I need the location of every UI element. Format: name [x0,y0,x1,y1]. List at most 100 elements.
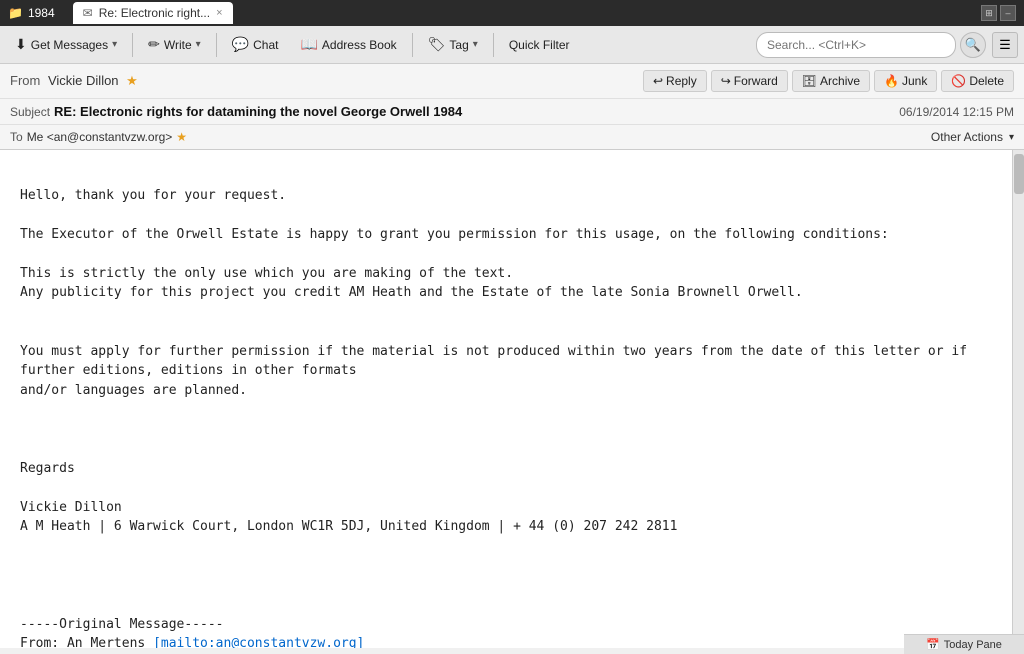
other-actions-arrow-icon: ▾ [1009,132,1014,143]
quick-filter-button[interactable]: Quick Filter [500,33,579,57]
body-line [20,303,992,323]
write-button[interactable]: ✏ Write ▾ [139,31,210,58]
body-line [20,576,992,596]
body-line [20,322,992,342]
body-line [20,400,992,420]
subject-label: Subject [10,105,50,119]
body-line: You must apply for further permission if… [20,342,992,381]
scrollbar-thumb[interactable] [1014,154,1024,194]
body-line: A M Heath | 6 Warwick Court, London WC1R… [20,517,992,537]
body-line [20,205,992,225]
scrollbar[interactable] [1012,150,1024,648]
to-address: Me <an@constantvzw.org> [27,130,173,144]
to-label: To [10,130,23,144]
message-body: Hello, thank you for your request. The E… [0,150,1012,648]
tab-close-icon[interactable]: × [216,7,222,19]
tag-icon: 🏷 [428,36,446,53]
body-line [20,166,992,186]
date-text: 06/19/2014 12:15 PM [899,105,1014,119]
address-book-icon: 📖 [300,36,317,53]
get-messages-button[interactable]: ⬇ Get Messages ▾ [6,31,126,58]
junk-label: Junk [902,74,927,88]
body-line [20,420,992,440]
body-line [20,478,992,498]
junk-button[interactable]: 🔥 Junk [874,70,937,92]
get-messages-icon: ⬇ [15,36,27,53]
junk-icon: 🔥 [884,74,899,88]
chat-icon: 💬 [232,36,249,53]
hamburger-icon: ☰ [999,37,1011,53]
tab[interactable]: ✉ Re: Electronic right... × [73,2,233,24]
to-row: To Me <an@constantvzw.org> ★ Other Actio… [0,125,1024,149]
archive-label: Archive [820,74,860,88]
search-input[interactable] [756,32,956,58]
separator-3 [412,33,413,57]
from-star-icon[interactable]: ★ [126,73,138,88]
write-icon: ✏ [148,36,160,53]
body-line: -----Original Message----- [20,615,992,635]
win-close-btn[interactable]: – [1000,5,1016,21]
reply-button[interactable]: ↩ Reply [643,70,707,92]
reply-label: Reply [666,74,697,88]
subject-text: RE: Electronic rights for datamining the… [54,104,899,119]
delete-button[interactable]: 🚫 Delete [941,70,1014,92]
win-restore-btn[interactable]: ⊞ [981,5,997,21]
delete-label: Delete [969,74,1004,88]
search-area: 🔍 ☰ [756,32,1018,58]
archive-button[interactable]: 🗄 Archive [792,70,870,92]
forward-button[interactable]: ↪ Forward [711,70,788,92]
folder-label: 1984 [28,6,55,20]
toolbar: ⬇ Get Messages ▾ ✏ Write ▾ 💬 Chat 📖 Addr… [0,26,1024,64]
chat-button[interactable]: 💬 Chat [223,31,288,58]
menu-button[interactable]: ☰ [992,32,1018,58]
other-actions-label: Other Actions [931,130,1003,144]
to-star-icon[interactable]: ★ [176,130,187,144]
message-body-container: Hello, thank you for your request. The E… [0,150,1024,648]
today-pane-label: Today Pane [944,639,1002,651]
from-label: From [10,73,40,88]
email-link-1[interactable]: [mailto:an@constantvzw.org] [153,636,364,648]
body-line: This is strictly the only use which you … [20,264,992,284]
from-row: From Vickie Dillon ★ ↩ Reply ↪ Forward 🗄… [0,64,1024,99]
delete-icon: 🚫 [951,74,966,88]
reply-icon: ↩ [653,74,663,88]
write-label: Write [164,38,192,52]
statusbar: 📅 Today Pane [904,634,1024,654]
tag-button[interactable]: 🏷 Tag ▾ [419,31,487,58]
address-book-label: Address Book [322,38,397,52]
tag-label: Tag [449,38,468,52]
separator-2 [216,33,217,57]
search-button[interactable]: 🔍 [960,32,986,58]
address-book-button[interactable]: 📖 Address Book [291,31,405,58]
body-line: and/or languages are planned. [20,381,992,401]
body-line: Hello, thank you for your request. [20,186,992,206]
from-area: From Vickie Dillon ★ [10,73,643,89]
body-line [20,595,992,615]
write-arrow-icon: ▾ [196,39,201,50]
other-actions-button[interactable]: Other Actions ▾ [931,130,1014,144]
body-line: Regards [20,459,992,479]
body-line [20,537,992,557]
titlebar: 📁 1984 ✉ Re: Electronic right... × ⊞ – [0,0,1024,26]
archive-icon: 🗄 [802,74,817,88]
quick-filter-label: Quick Filter [509,38,570,52]
separator-4 [493,33,494,57]
body-line [20,556,992,576]
subject-row: Subject RE: Electronic rights for datami… [0,99,1024,125]
get-messages-arrow-icon: ▾ [112,39,117,50]
window-controls: ⊞ – [981,5,1016,21]
forward-label: Forward [734,74,778,88]
body-line [20,439,992,459]
action-buttons: ↩ Reply ↪ Forward 🗄 Archive 🔥 Junk 🚫 Del… [643,70,1014,92]
body-line: Any publicity for this project you credi… [20,283,992,303]
body-line [20,244,992,264]
body-line: Vickie Dillon [20,498,992,518]
get-messages-label: Get Messages [31,38,108,52]
tab-mail-icon: ✉ [83,6,93,20]
search-icon: 🔍 [965,37,981,53]
forward-icon: ↪ [721,74,731,88]
chat-label: Chat [253,38,278,52]
today-pane-icon: 📅 [926,638,940,651]
folder-icon: 📁 [8,6,23,20]
separator-1 [132,33,133,57]
